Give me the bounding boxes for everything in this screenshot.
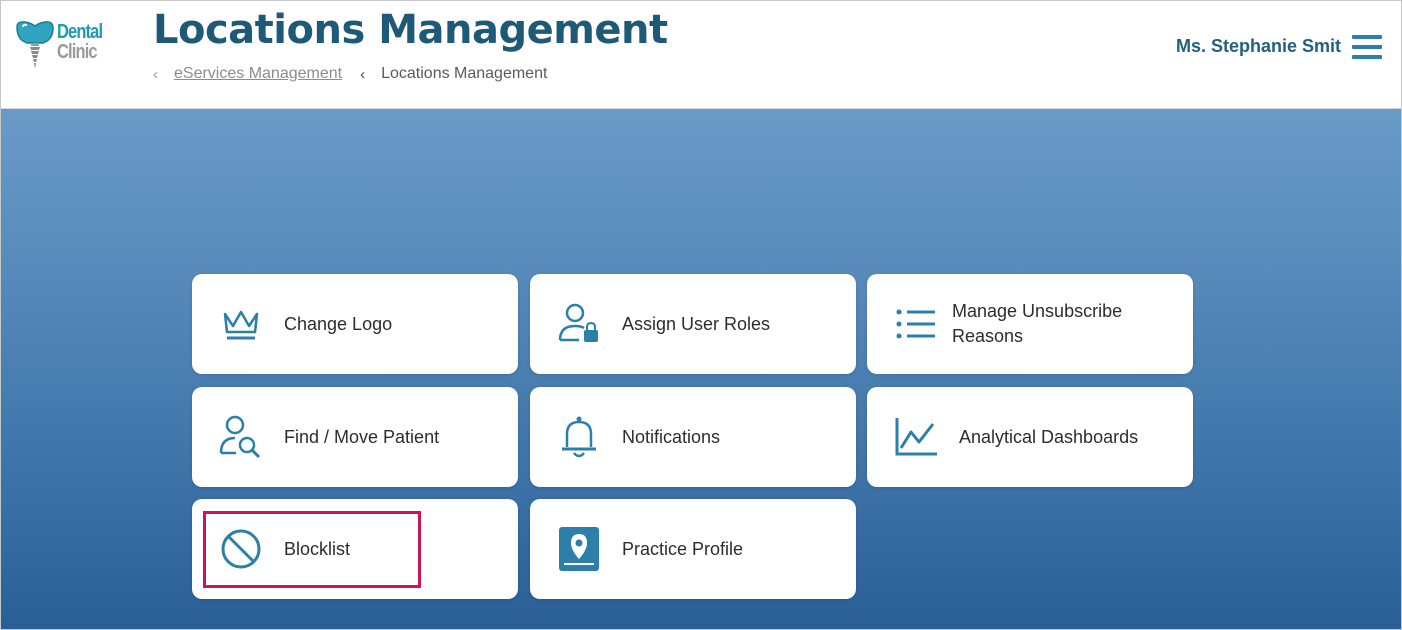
card-label: Notifications [622,426,721,447]
user-search-icon [218,415,264,459]
dental-clinic-logo[interactable]: Dental Clinic [13,19,117,71]
card-label: Find / Move Patient [284,426,440,447]
card-label: Manage Unsubscribe Reasons [952,301,1123,346]
breadcrumb-link-eservices[interactable]: eServices Management [174,65,342,83]
breadcrumb: ‹ eServices Management ‹ Locations Manag… [153,64,547,84]
card-label: Practice Profile [622,538,744,559]
card-label: Analytical Dashboards [959,426,1139,447]
card-notifications[interactable]: Notifications [530,387,856,487]
tooth-logo-icon [16,21,54,69]
line-chart-icon [893,415,939,459]
card-change-logo[interactable]: Change Logo [192,274,518,374]
card-label: Assign User Roles [622,313,771,334]
card-analytical-dashboards[interactable]: Analytical Dashboards [867,387,1193,487]
card-find-move-patient[interactable]: Find / Move Patient [192,387,518,487]
bell-icon [556,415,602,459]
crown-icon [218,302,264,346]
card-label: Blocklist [284,538,351,559]
card-manage-unsubscribe-reasons[interactable]: Manage Unsubscribe Reasons [867,274,1193,374]
user-name[interactable]: Ms. Stephanie Smit [1176,36,1341,57]
page-title: Locations Management [153,7,668,53]
hamburger-menu-icon[interactable] [1352,35,1382,59]
list-icon [893,302,939,346]
user-lock-icon [556,302,602,346]
breadcrumb-current: Locations Management [381,65,548,82]
card-assign-user-roles[interactable]: Assign User Roles [530,274,856,374]
logo-text-clinic: Clinic [57,41,98,63]
chevron-left-icon: ‹ [153,65,158,83]
card-blocklist[interactable]: Blocklist [192,499,518,599]
card-label: Change Logo [284,313,393,334]
chevron-left-icon: ‹ [360,65,366,83]
block-icon [218,527,264,571]
card-practice-profile[interactable]: Practice Profile [530,499,856,599]
header: Dental Clinic Locations Management ‹ eSe… [1,1,1401,109]
location-pin-icon [556,527,602,571]
